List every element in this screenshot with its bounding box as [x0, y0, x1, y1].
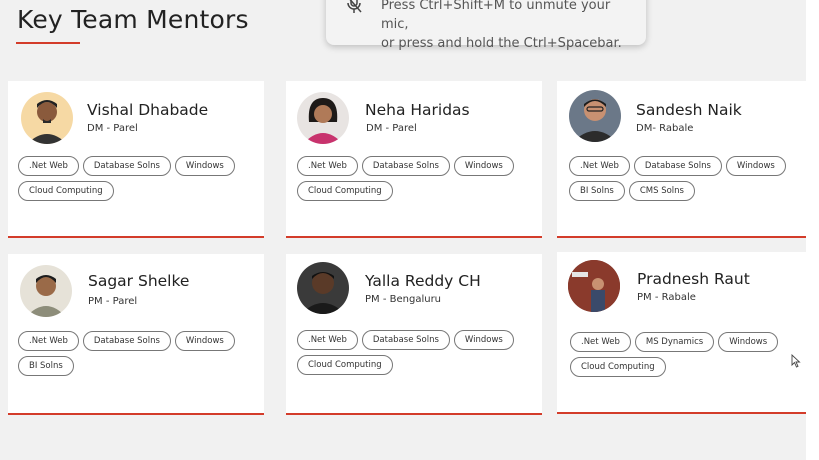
- skill-tag[interactable]: MS Dynamics: [634, 332, 715, 352]
- mentor-role: PM - Rabale: [637, 292, 696, 303]
- skill-tags: .Net Web Database Solns Windows Cloud Co…: [297, 330, 537, 375]
- skill-tag[interactable]: Windows: [453, 330, 514, 350]
- skill-tag[interactable]: Windows: [725, 156, 786, 176]
- mentor-role: DM - Parel: [366, 123, 417, 134]
- skill-tag[interactable]: Database Solns: [82, 156, 171, 176]
- skill-tag[interactable]: BI Solns: [18, 356, 74, 376]
- skill-tag[interactable]: Cloud Computing: [570, 357, 666, 377]
- mentor-role: PM - Parel: [88, 296, 138, 307]
- mic-muted-icon: [347, 0, 362, 13]
- mentor-card[interactable]: Sagar Shelke PM - Parel .Net Web Databas…: [8, 254, 264, 415]
- mentor-role: PM - Bengaluru: [365, 294, 442, 305]
- avatar: [297, 262, 349, 314]
- mouse-cursor-icon: [791, 354, 801, 368]
- toast-line-2: or press and hold the Ctrl+Spacebar.: [381, 36, 622, 51]
- avatar: [20, 265, 72, 317]
- skill-tag[interactable]: Database Solns: [633, 156, 722, 176]
- title-underline: [16, 42, 80, 44]
- skill-tags: .Net Web Database Solns Windows BI Solns…: [569, 156, 805, 201]
- skill-tag[interactable]: .Net Web: [18, 156, 79, 176]
- section-title: Key Team Mentors: [17, 5, 249, 34]
- skill-tag[interactable]: Windows: [718, 332, 779, 352]
- skill-tag[interactable]: Cloud Computing: [18, 181, 114, 201]
- avatar: [568, 260, 620, 312]
- avatar: [21, 92, 73, 144]
- mentor-card[interactable]: Yalla Reddy CH PM - Bengaluru .Net Web D…: [286, 254, 542, 415]
- mentor-name: Pradnesh Raut: [637, 270, 750, 288]
- skill-tag[interactable]: Database Solns: [82, 331, 171, 351]
- skill-tag[interactable]: Cloud Computing: [297, 181, 393, 201]
- skill-tag[interactable]: .Net Web: [570, 332, 631, 352]
- skill-tag[interactable]: .Net Web: [569, 156, 630, 176]
- mentor-card[interactable]: Vishal Dhabade DM - Parel .Net Web Datab…: [8, 81, 264, 238]
- avatar: [297, 92, 349, 144]
- mentor-card[interactable]: Pradnesh Raut PM - Rabale .Net Web MS Dy…: [557, 252, 806, 414]
- mentor-role: DM - Parel: [87, 123, 138, 134]
- mentor-card[interactable]: Neha Haridas DM - Parel .Net Web Databas…: [286, 81, 542, 238]
- skill-tag[interactable]: .Net Web: [297, 156, 358, 176]
- skill-tags: .Net Web MS Dynamics Windows Cloud Compu…: [570, 332, 804, 377]
- skill-tag[interactable]: Database Solns: [361, 156, 450, 176]
- mic-toast: Press Ctrl+Shift+M to unmute your mic, o…: [326, 0, 646, 51]
- mentor-name: Neha Haridas: [365, 101, 470, 119]
- skill-tag[interactable]: BI Solns: [569, 181, 625, 201]
- skill-tag[interactable]: Windows: [453, 156, 514, 176]
- scrollbar-gutter: [806, 0, 819, 460]
- skill-tag[interactable]: Database Solns: [361, 330, 450, 350]
- toast-line-1: Press Ctrl+Shift+M to unmute your mic,: [381, 0, 611, 32]
- skill-tags: .Net Web Database Solns Windows Cloud Co…: [297, 156, 537, 201]
- skill-tag[interactable]: Windows: [174, 331, 235, 351]
- skill-tags: .Net Web Database Solns Windows Cloud Co…: [18, 156, 258, 201]
- mentor-card[interactable]: Sandesh Naik DM- Rabale .Net Web Databas…: [557, 81, 806, 238]
- skill-tags: .Net Web Database Solns Windows BI Solns: [18, 331, 258, 376]
- skill-tag[interactable]: Windows: [174, 156, 235, 176]
- mentor-name: Sandesh Naik: [636, 101, 742, 119]
- skill-tag[interactable]: Cloud Computing: [297, 355, 393, 375]
- mentor-name: Yalla Reddy CH: [365, 272, 481, 290]
- mentor-role: DM- Rabale: [636, 123, 694, 134]
- mentor-name: Sagar Shelke: [88, 272, 190, 290]
- skill-tag[interactable]: .Net Web: [297, 330, 358, 350]
- avatar: [569, 90, 621, 142]
- skill-tag[interactable]: CMS Solns: [628, 181, 695, 201]
- mentors-section: Key Team Mentors Press Ctrl+Shift+M to u…: [0, 0, 806, 460]
- skill-tag[interactable]: .Net Web: [18, 331, 79, 351]
- mentor-name: Vishal Dhabade: [87, 101, 209, 119]
